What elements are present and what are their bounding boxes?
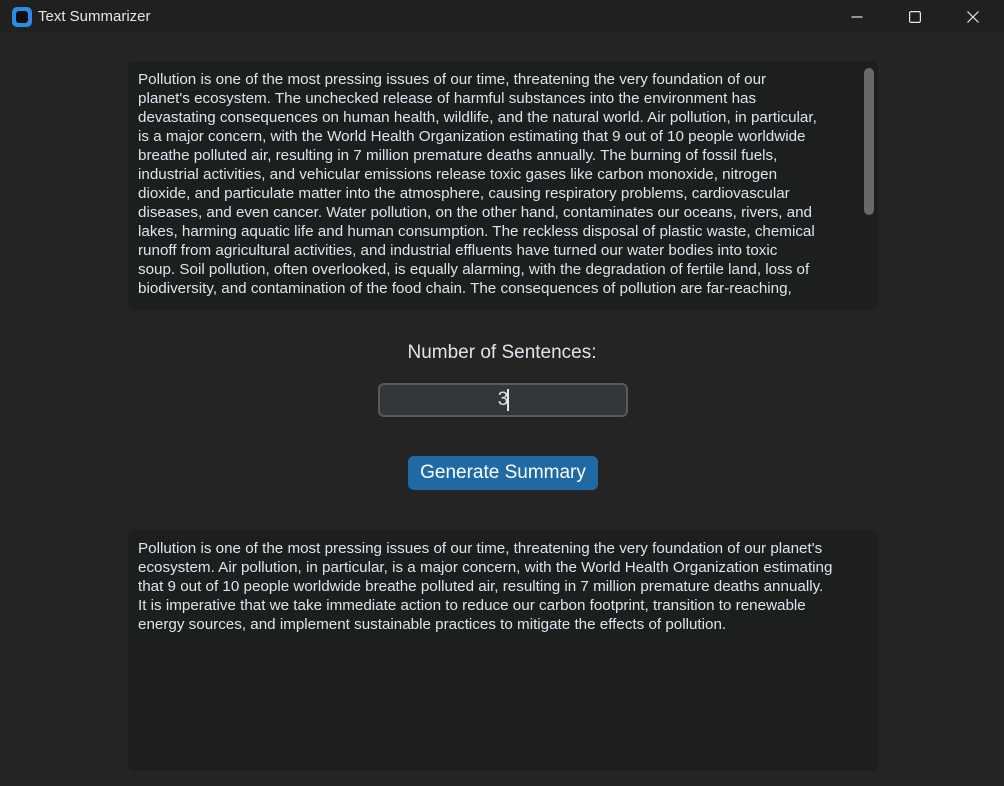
input-textbox[interactable]: Pollution is one of the most pressing is… [128, 61, 878, 310]
summary-textbox[interactable]: Pollution is one of the most pressing is… [128, 530, 878, 771]
sentences-label: Number of Sentences: [407, 342, 597, 363]
generate-summary-button[interactable]: Generate Summary [408, 456, 598, 490]
input-text: Pollution is one of the most pressing is… [138, 71, 817, 297]
text-caret [507, 389, 509, 411]
close-icon [967, 10, 979, 23]
input-scrollbar[interactable] [864, 68, 874, 215]
maximize-button[interactable] [886, 0, 944, 33]
minimize-icon [851, 15, 863, 18]
window-title: Text Summarizer [38, 8, 151, 25]
minimize-button[interactable] [828, 0, 886, 33]
summary-text: Pollution is one of the most pressing is… [138, 540, 833, 633]
app-window: Text Summarizer Pollution is one of the … [0, 0, 1004, 786]
sentences-input[interactable] [378, 383, 628, 417]
title-bar[interactable]: Text Summarizer [0, 0, 1004, 33]
close-button[interactable] [944, 0, 1002, 33]
maximize-icon [909, 10, 921, 23]
app-icon [12, 7, 32, 27]
